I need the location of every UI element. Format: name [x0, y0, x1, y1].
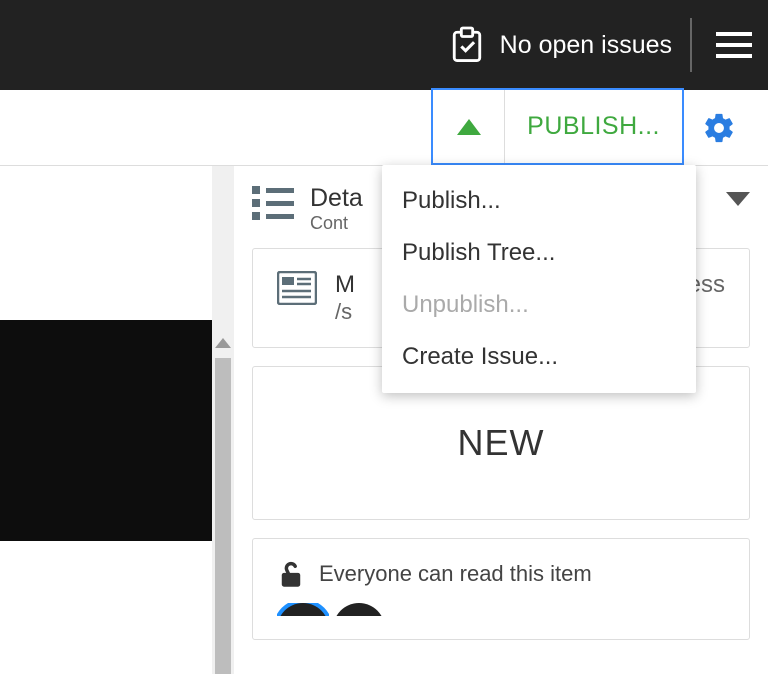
content-meta: M /s: [335, 271, 355, 325]
permissions-card[interactable]: Everyone can read this item: [252, 538, 750, 640]
details-title: Deta: [310, 184, 363, 213]
publish-button[interactable]: PUBLISH...: [505, 112, 682, 141]
details-subtitle: Cont: [310, 213, 363, 234]
status-label: NEW: [458, 422, 545, 464]
open-issues-indicator[interactable]: No open issues: [450, 26, 672, 64]
topbar-divider: [690, 18, 692, 72]
scroll-thumb[interactable]: [215, 358, 231, 674]
preview-thumbnail[interactable]: [0, 320, 212, 541]
scroll-up-icon: [215, 338, 231, 348]
left-panel: [0, 166, 234, 674]
triangle-up-icon: [457, 119, 481, 135]
details-title-block: Deta Cont: [310, 184, 363, 234]
gear-icon: [702, 111, 736, 145]
menu-icon[interactable]: [710, 26, 758, 64]
publish-menu-item[interactable]: Create Issue...: [382, 331, 696, 383]
top-bar: No open issues: [0, 0, 768, 90]
action-bar: PUBLISH...: [0, 90, 768, 166]
content-path: /s: [335, 299, 355, 325]
avatar[interactable]: [277, 603, 329, 629]
permissions-text: Everyone can read this item: [319, 561, 592, 587]
publish-menu-toggle[interactable]: [433, 90, 505, 163]
document-icon: [277, 271, 317, 305]
publish-split-button: PUBLISH...: [431, 88, 684, 165]
publish-menu-item[interactable]: Publish...: [382, 175, 696, 227]
left-scrollbar[interactable]: [212, 166, 234, 674]
publish-menu-item: Unpublish...: [382, 279, 696, 331]
avatar-group: [277, 603, 725, 629]
settings-button[interactable]: [684, 90, 754, 165]
unlock-icon: [277, 559, 305, 589]
publish-menu-item[interactable]: Publish Tree...: [382, 227, 696, 279]
content-title: M: [335, 271, 355, 299]
avatar[interactable]: [333, 603, 385, 629]
clipboard-check-icon: [450, 26, 484, 64]
collapse-toggle[interactable]: [726, 192, 750, 206]
open-issues-text: No open issues: [500, 31, 672, 60]
publish-menu: Publish...Publish Tree...Unpublish...Cre…: [382, 165, 696, 393]
list-icon: [252, 186, 296, 222]
